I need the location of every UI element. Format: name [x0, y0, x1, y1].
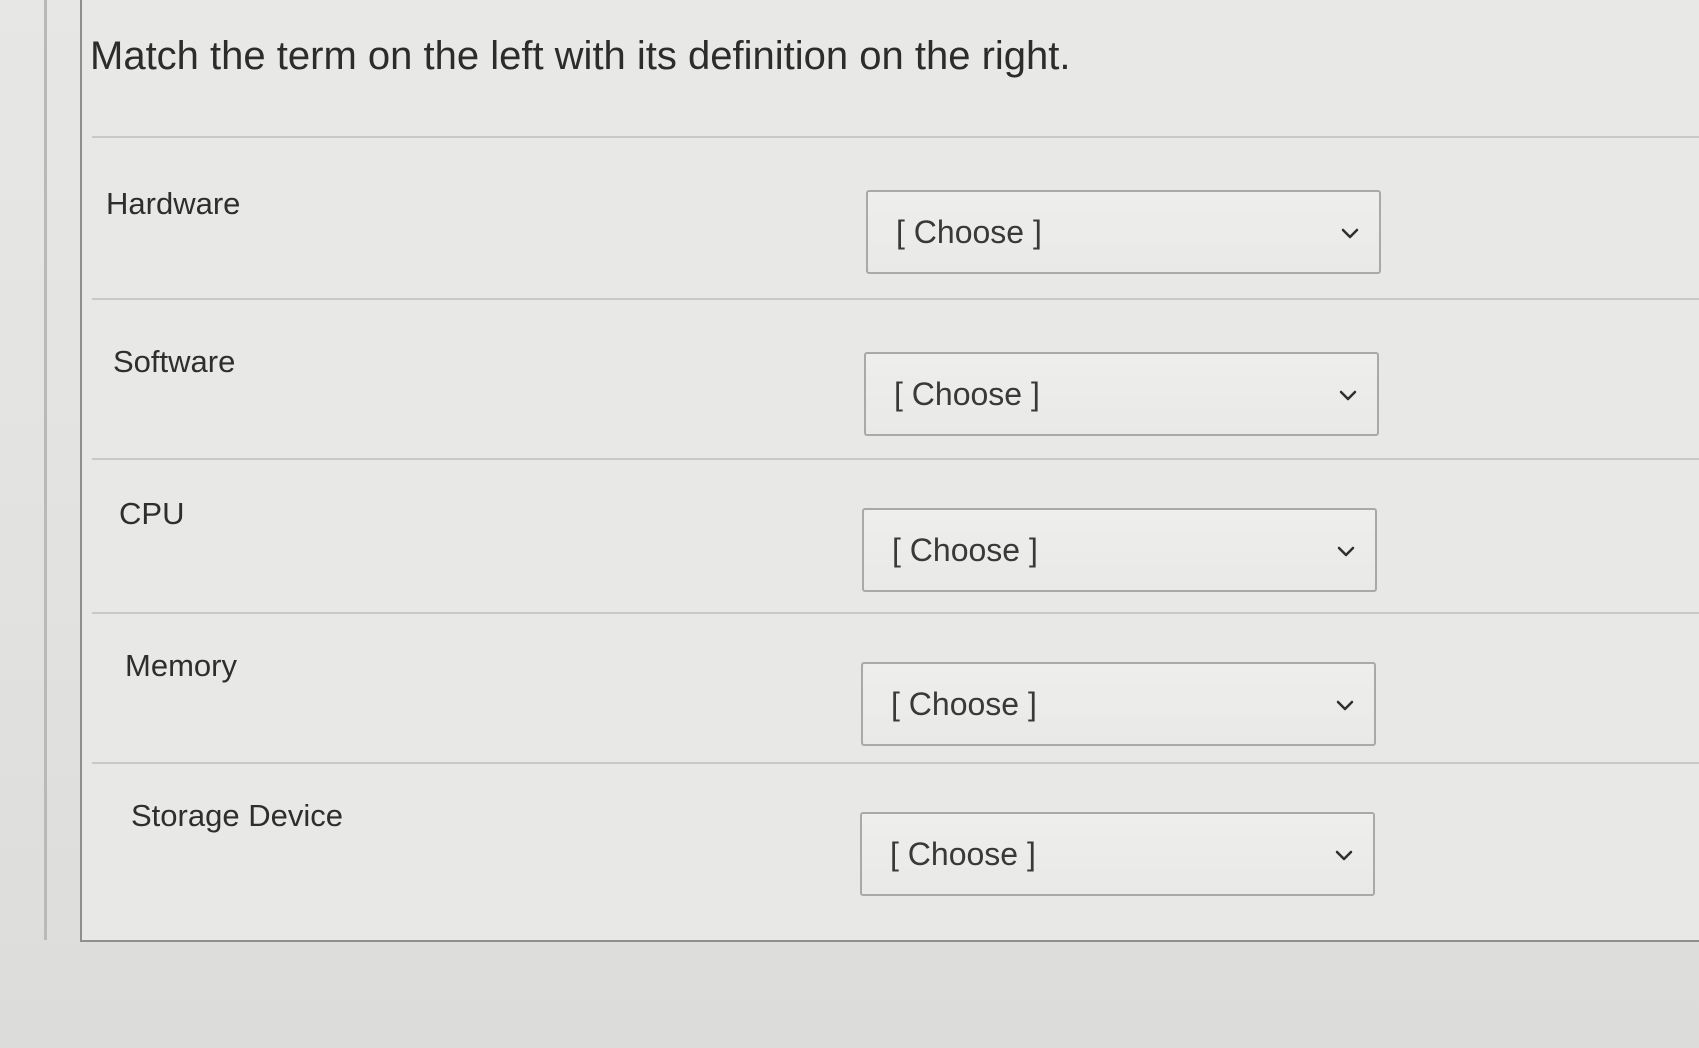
question-prompt: Match the term on the left with its defi…	[90, 34, 1071, 78]
definition-select-hardware[interactable]: [ Choose ]	[866, 190, 1381, 274]
select-value: [ Choose ]	[891, 686, 1037, 722]
definition-select-cpu[interactable]: [ Choose ]	[862, 508, 1377, 592]
definition-select-memory[interactable]: [ Choose ]	[861, 662, 1376, 746]
divider	[92, 612, 1699, 614]
chevron-down-icon	[1337, 542, 1355, 560]
term-memory: Memory	[125, 648, 237, 683]
quiz-page: Match the term on the left with its defi…	[0, 0, 1699, 1048]
chevron-down-icon	[1341, 224, 1359, 242]
select-value: [ Choose ]	[894, 376, 1040, 412]
select-value: [ Choose ]	[896, 214, 1042, 250]
chevron-down-icon	[1335, 846, 1353, 864]
divider	[92, 298, 1699, 300]
chevron-down-icon	[1336, 696, 1354, 714]
definition-select-storage-device[interactable]: [ Choose ]	[860, 812, 1375, 896]
divider	[92, 136, 1699, 138]
term-hardware: Hardware	[106, 186, 241, 221]
term-software: Software	[113, 344, 236, 379]
chevron-down-icon	[1339, 386, 1357, 404]
term-cpu: CPU	[119, 496, 185, 531]
divider	[92, 458, 1699, 460]
definition-select-software[interactable]: [ Choose ]	[864, 352, 1379, 436]
left-border	[44, 0, 47, 940]
select-value: [ Choose ]	[892, 532, 1038, 568]
term-storage-device: Storage Device	[131, 798, 343, 833]
divider	[92, 762, 1699, 764]
select-value: [ Choose ]	[890, 836, 1036, 872]
